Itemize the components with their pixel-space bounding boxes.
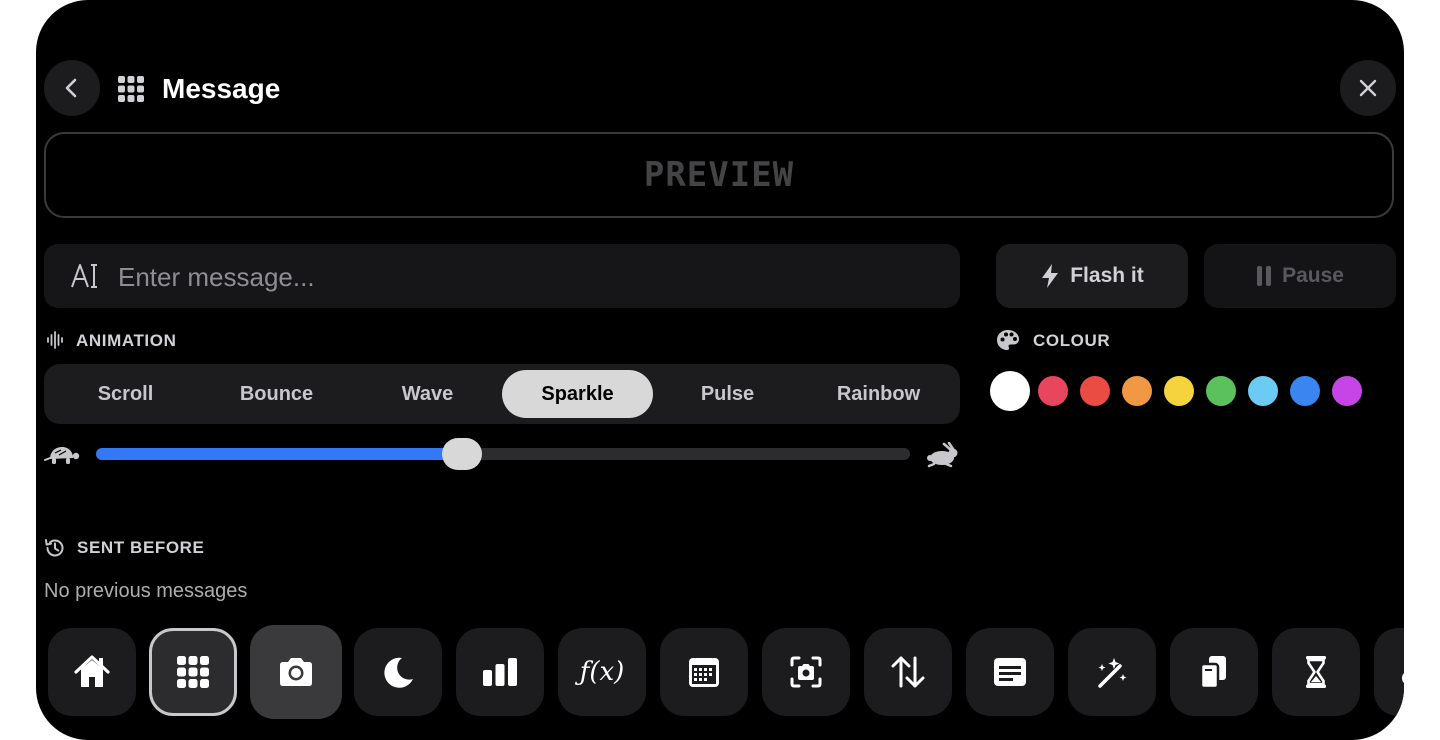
text-cursor-icon <box>71 264 97 288</box>
dock-camera-button[interactable] <box>250 625 342 719</box>
bolt-icon <box>1042 264 1059 288</box>
camera-icon <box>280 658 312 686</box>
colour-swatch-orange[interactable] <box>1122 376 1152 406</box>
colour-swatch-light-blue[interactable] <box>1248 376 1278 406</box>
animation-label: ANIMATION <box>76 331 177 350</box>
dock-timer-button[interactable] <box>1272 628 1360 716</box>
dock-screenshot-button[interactable] <box>762 628 850 716</box>
speed-slider-thumb[interactable] <box>442 438 482 470</box>
grid-icon <box>118 76 144 102</box>
dock-chart-button[interactable] <box>456 628 544 716</box>
rabbit-icon <box>927 442 958 468</box>
flash-button-label: Flash it <box>1070 264 1144 287</box>
magic-wand-icon <box>1098 658 1127 688</box>
colour-swatch-green[interactable] <box>1206 376 1236 406</box>
history-icon <box>45 539 64 557</box>
arrows-up-down-icon <box>891 656 925 688</box>
close-icon <box>1359 79 1377 97</box>
colour-swatch-pink[interactable] <box>1038 376 1068 406</box>
preview-text: PREVIEW <box>643 155 795 195</box>
moon-icon <box>384 657 413 688</box>
colour-swatch-red[interactable] <box>1080 376 1110 406</box>
page-title: Message <box>162 73 281 104</box>
hourglass-icon <box>1306 656 1326 688</box>
colour-swatch-blue[interactable] <box>1290 376 1320 406</box>
animation-option-rainbow[interactable]: Rainbow <box>803 370 954 418</box>
dock-moon-button[interactable] <box>354 628 442 716</box>
dock-cloud-button[interactable] <box>1374 628 1404 716</box>
grid-icon <box>177 656 209 688</box>
sent-before-label: SENT BEFORE <box>77 538 205 557</box>
turtle-icon <box>44 447 80 464</box>
dock-copy-button[interactable] <box>1170 628 1258 716</box>
colour-swatch-yellow[interactable] <box>1164 376 1194 406</box>
screenshot-icon <box>790 656 822 688</box>
flash-button[interactable]: Flash it <box>996 244 1188 308</box>
pause-button[interactable]: Pause <box>1204 244 1396 308</box>
dock-transfer-button[interactable] <box>864 628 952 716</box>
copy-icon <box>1199 656 1226 690</box>
message-input-box[interactable] <box>44 244 960 308</box>
dock-function-button[interactable]: ƒ(x) <box>558 628 646 716</box>
colour-swatch-white[interactable] <box>990 371 1030 411</box>
dock-magic-button[interactable] <box>1068 628 1156 716</box>
animation-option-wave[interactable]: Wave <box>352 370 503 418</box>
animation-option-scroll[interactable]: Scroll <box>50 370 201 418</box>
animation-option-sparkle[interactable]: Sparkle <box>502 370 653 418</box>
close-button[interactable] <box>1340 60 1396 116</box>
waveform-icon <box>47 331 63 349</box>
calendar-icon <box>689 658 719 687</box>
dock-grid-button[interactable] <box>149 628 237 716</box>
dock-calendar-button[interactable] <box>660 628 748 716</box>
dock-home-button[interactable] <box>48 628 136 716</box>
colour-swatch-purple[interactable] <box>1332 376 1362 406</box>
preview-display: PREVIEW <box>44 132 1394 218</box>
cloud-icon <box>1402 673 1404 683</box>
dock-message-button[interactable] <box>966 628 1054 716</box>
chevron-left-icon <box>65 78 77 98</box>
empty-history-text: No previous messages <box>44 580 248 602</box>
animation-selector: Scroll Bounce Wave Sparkle Pulse Rainbow <box>44 364 960 424</box>
function-icon: ƒ(x) <box>579 657 625 687</box>
pause-icon <box>1257 266 1272 286</box>
palette-icon <box>997 330 1019 350</box>
colour-label: COLOUR <box>1033 331 1111 350</box>
animation-option-bounce[interactable]: Bounce <box>201 370 352 418</box>
bar-chart-icon <box>483 658 517 686</box>
message-input[interactable] <box>116 256 940 298</box>
back-button[interactable] <box>44 60 100 116</box>
speed-slider-fill <box>96 448 462 460</box>
app-window: Message PREVIEW Flash it Pause <box>36 0 1404 740</box>
message-icon <box>994 658 1026 686</box>
speed-slider[interactable] <box>96 438 910 470</box>
home-icon <box>74 655 110 687</box>
animation-option-pulse[interactable]: Pulse <box>652 370 803 418</box>
pause-button-label: Pause <box>1282 264 1344 287</box>
